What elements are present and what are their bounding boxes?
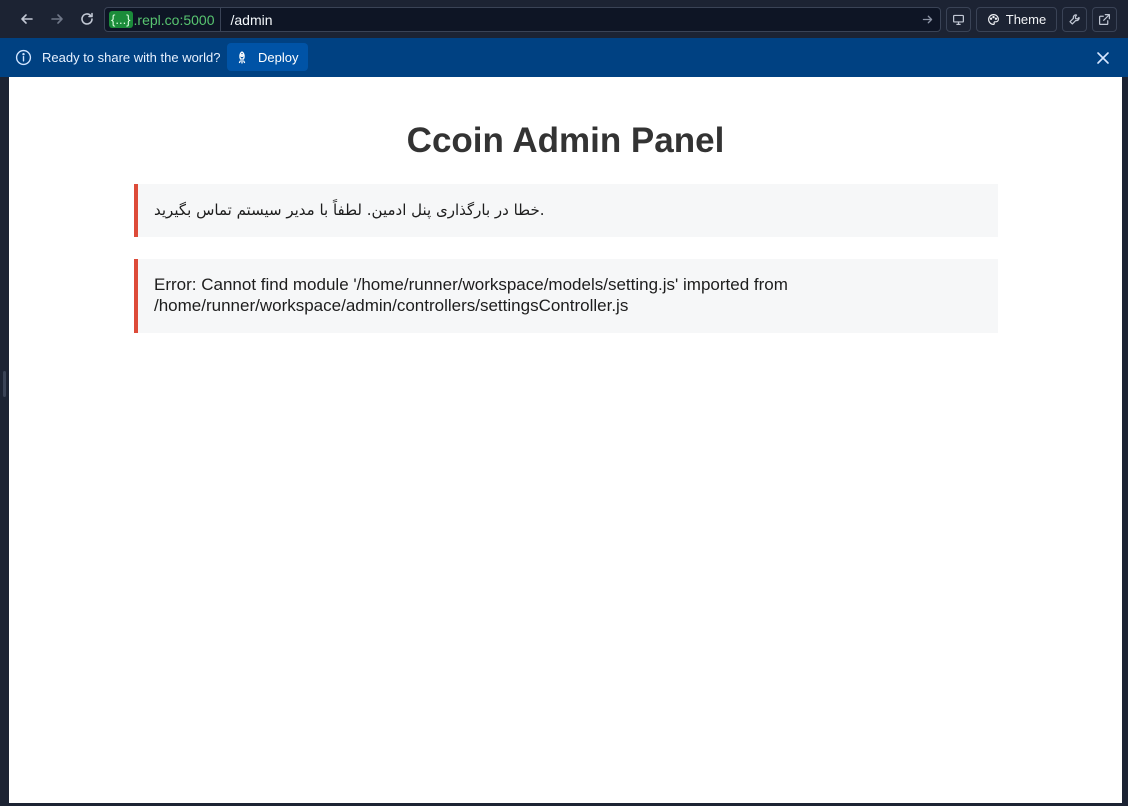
url-go-button[interactable] — [914, 8, 940, 31]
arrow-right-icon — [51, 14, 63, 24]
close-icon[interactable] — [1096, 51, 1110, 65]
open-new-tab-button[interactable] — [1092, 7, 1117, 32]
forward-button[interactable] — [45, 8, 69, 30]
url-host-badge: {...} — [109, 11, 133, 28]
external-link-icon — [1099, 14, 1110, 25]
back-button[interactable] — [15, 8, 39, 30]
url-path-input[interactable] — [221, 11, 914, 28]
module-error-alert: Error: Cannot find module '/home/runner/… — [134, 259, 998, 333]
banner-message: Ready to share with the world? — [42, 50, 221, 65]
device-view-button[interactable] — [946, 7, 971, 32]
deploy-icon — [238, 50, 246, 64]
info-icon — [15, 49, 32, 66]
page-viewport: Ccoin Admin Panel خطا در بارگذاری پنل اد… — [9, 77, 1122, 803]
wrench-icon — [1069, 14, 1080, 25]
theme-button[interactable]: Theme — [976, 7, 1057, 32]
deploy-banner: Ready to share with the world? Deploy — [0, 38, 1128, 77]
arrow-right-icon — [922, 15, 932, 24]
page-title: Ccoin Admin Panel — [406, 121, 725, 160]
reload-icon — [81, 12, 93, 25]
reload-button[interactable] — [75, 8, 99, 30]
resize-handle[interactable] — [3, 371, 6, 397]
deploy-button[interactable]: Deploy — [227, 43, 308, 71]
url-bar[interactable]: {...} .repl.co:5000 — [104, 7, 941, 32]
arrow-left-icon — [21, 14, 33, 24]
theme-label: Theme — [1005, 12, 1047, 27]
persian-error-alert: خطا در بارگذاری پنل ادمین. لطفاً با مدیر… — [134, 184, 998, 237]
devtools-button[interactable] — [1062, 7, 1087, 32]
url-host-suffix: .repl.co:5000 — [133, 11, 215, 28]
browser-toolbar: {...} .repl.co:5000 Theme — [0, 0, 1128, 38]
deploy-label: Deploy — [258, 49, 299, 65]
url-host: {...} .repl.co:5000 — [105, 8, 222, 31]
monitor-icon — [953, 14, 964, 25]
palette-icon — [987, 14, 999, 25]
